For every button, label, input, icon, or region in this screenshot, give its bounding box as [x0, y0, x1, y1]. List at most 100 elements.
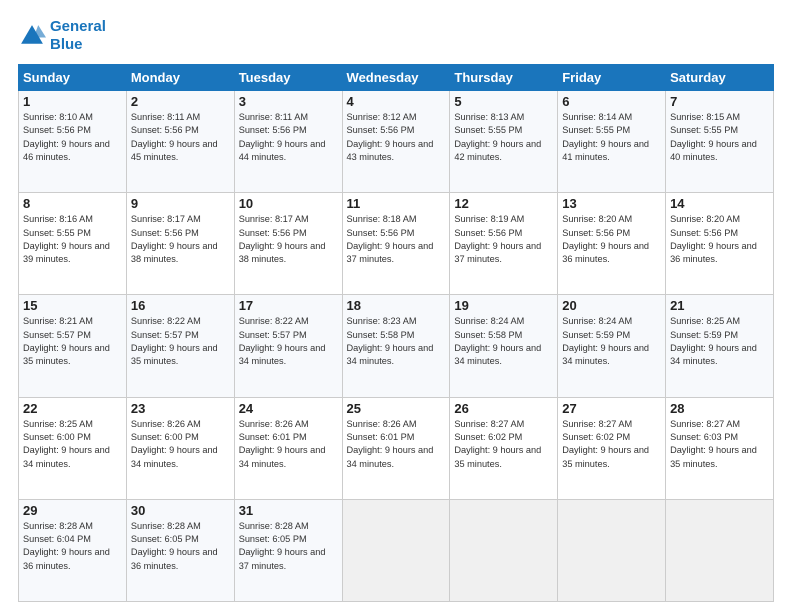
day-number: 27 — [562, 401, 661, 416]
day-number: 20 — [562, 298, 661, 313]
calendar-cell — [342, 499, 450, 601]
calendar-cell: 21 Sunrise: 8:25 AM Sunset: 5:59 PM Dayl… — [666, 295, 774, 397]
logo-icon — [18, 22, 46, 50]
calendar-cell: 19 Sunrise: 8:24 AM Sunset: 5:58 PM Dayl… — [450, 295, 558, 397]
calendar-cell — [450, 499, 558, 601]
cell-content: Sunrise: 8:26 AM Sunset: 6:01 PM Dayligh… — [347, 418, 446, 471]
logo-text: General Blue — [50, 18, 106, 54]
cell-content: Sunrise: 8:15 AM Sunset: 5:55 PM Dayligh… — [670, 111, 769, 164]
calendar-cell: 8 Sunrise: 8:16 AM Sunset: 5:55 PM Dayli… — [19, 193, 127, 295]
week-row-5: 29 Sunrise: 8:28 AM Sunset: 6:04 PM Dayl… — [19, 499, 774, 601]
day-number: 26 — [454, 401, 553, 416]
logo: General Blue — [18, 18, 106, 54]
day-header-thursday: Thursday — [450, 65, 558, 91]
cell-content: Sunrise: 8:27 AM Sunset: 6:03 PM Dayligh… — [670, 418, 769, 471]
cell-content: Sunrise: 8:27 AM Sunset: 6:02 PM Dayligh… — [562, 418, 661, 471]
day-header-wednesday: Wednesday — [342, 65, 450, 91]
day-number: 24 — [239, 401, 338, 416]
calendar-cell: 14 Sunrise: 8:20 AM Sunset: 5:56 PM Dayl… — [666, 193, 774, 295]
cell-content: Sunrise: 8:22 AM Sunset: 5:57 PM Dayligh… — [239, 315, 338, 368]
cell-content: Sunrise: 8:21 AM Sunset: 5:57 PM Dayligh… — [23, 315, 122, 368]
calendar-cell: 23 Sunrise: 8:26 AM Sunset: 6:00 PM Dayl… — [126, 397, 234, 499]
calendar-cell: 18 Sunrise: 8:23 AM Sunset: 5:58 PM Dayl… — [342, 295, 450, 397]
cell-content: Sunrise: 8:20 AM Sunset: 5:56 PM Dayligh… — [670, 213, 769, 266]
calendar-cell: 6 Sunrise: 8:14 AM Sunset: 5:55 PM Dayli… — [558, 91, 666, 193]
day-number: 30 — [131, 503, 230, 518]
day-number: 11 — [347, 196, 446, 211]
day-number: 16 — [131, 298, 230, 313]
cell-content: Sunrise: 8:10 AM Sunset: 5:56 PM Dayligh… — [23, 111, 122, 164]
cell-content: Sunrise: 8:26 AM Sunset: 6:00 PM Dayligh… — [131, 418, 230, 471]
week-row-4: 22 Sunrise: 8:25 AM Sunset: 6:00 PM Dayl… — [19, 397, 774, 499]
day-number: 9 — [131, 196, 230, 211]
calendar-cell: 31 Sunrise: 8:28 AM Sunset: 6:05 PM Dayl… — [234, 499, 342, 601]
calendar-cell: 26 Sunrise: 8:27 AM Sunset: 6:02 PM Dayl… — [450, 397, 558, 499]
calendar-cell: 22 Sunrise: 8:25 AM Sunset: 6:00 PM Dayl… — [19, 397, 127, 499]
cell-content: Sunrise: 8:17 AM Sunset: 5:56 PM Dayligh… — [239, 213, 338, 266]
calendar-cell: 7 Sunrise: 8:15 AM Sunset: 5:55 PM Dayli… — [666, 91, 774, 193]
day-number: 13 — [562, 196, 661, 211]
day-header-friday: Friday — [558, 65, 666, 91]
calendar-header-row: SundayMondayTuesdayWednesdayThursdayFrid… — [19, 65, 774, 91]
day-number: 23 — [131, 401, 230, 416]
cell-content: Sunrise: 8:25 AM Sunset: 6:00 PM Dayligh… — [23, 418, 122, 471]
week-row-1: 1 Sunrise: 8:10 AM Sunset: 5:56 PM Dayli… — [19, 91, 774, 193]
day-number: 10 — [239, 196, 338, 211]
day-number: 8 — [23, 196, 122, 211]
cell-content: Sunrise: 8:28 AM Sunset: 6:05 PM Dayligh… — [131, 520, 230, 573]
cell-content: Sunrise: 8:22 AM Sunset: 5:57 PM Dayligh… — [131, 315, 230, 368]
cell-content: Sunrise: 8:28 AM Sunset: 6:05 PM Dayligh… — [239, 520, 338, 573]
day-number: 31 — [239, 503, 338, 518]
calendar-cell: 28 Sunrise: 8:27 AM Sunset: 6:03 PM Dayl… — [666, 397, 774, 499]
calendar-cell: 2 Sunrise: 8:11 AM Sunset: 5:56 PM Dayli… — [126, 91, 234, 193]
day-number: 2 — [131, 94, 230, 109]
day-header-monday: Monday — [126, 65, 234, 91]
calendar-cell: 9 Sunrise: 8:17 AM Sunset: 5:56 PM Dayli… — [126, 193, 234, 295]
day-number: 17 — [239, 298, 338, 313]
day-number: 29 — [23, 503, 122, 518]
day-number: 12 — [454, 196, 553, 211]
day-number: 4 — [347, 94, 446, 109]
calendar-cell: 25 Sunrise: 8:26 AM Sunset: 6:01 PM Dayl… — [342, 397, 450, 499]
calendar-cell: 24 Sunrise: 8:26 AM Sunset: 6:01 PM Dayl… — [234, 397, 342, 499]
cell-content: Sunrise: 8:28 AM Sunset: 6:04 PM Dayligh… — [23, 520, 122, 573]
calendar-cell: 29 Sunrise: 8:28 AM Sunset: 6:04 PM Dayl… — [19, 499, 127, 601]
day-number: 3 — [239, 94, 338, 109]
cell-content: Sunrise: 8:13 AM Sunset: 5:55 PM Dayligh… — [454, 111, 553, 164]
header: General Blue — [18, 18, 774, 54]
day-number: 14 — [670, 196, 769, 211]
day-number: 28 — [670, 401, 769, 416]
cell-content: Sunrise: 8:27 AM Sunset: 6:02 PM Dayligh… — [454, 418, 553, 471]
calendar-cell: 3 Sunrise: 8:11 AM Sunset: 5:56 PM Dayli… — [234, 91, 342, 193]
cell-content: Sunrise: 8:24 AM Sunset: 5:59 PM Dayligh… — [562, 315, 661, 368]
cell-content: Sunrise: 8:24 AM Sunset: 5:58 PM Dayligh… — [454, 315, 553, 368]
calendar-cell: 20 Sunrise: 8:24 AM Sunset: 5:59 PM Dayl… — [558, 295, 666, 397]
calendar-cell: 27 Sunrise: 8:27 AM Sunset: 6:02 PM Dayl… — [558, 397, 666, 499]
cell-content: Sunrise: 8:11 AM Sunset: 5:56 PM Dayligh… — [131, 111, 230, 164]
day-number: 5 — [454, 94, 553, 109]
cell-content: Sunrise: 8:16 AM Sunset: 5:55 PM Dayligh… — [23, 213, 122, 266]
day-number: 15 — [23, 298, 122, 313]
week-row-2: 8 Sunrise: 8:16 AM Sunset: 5:55 PM Dayli… — [19, 193, 774, 295]
cell-content: Sunrise: 8:14 AM Sunset: 5:55 PM Dayligh… — [562, 111, 661, 164]
calendar-table: SundayMondayTuesdayWednesdayThursdayFrid… — [18, 64, 774, 602]
cell-content: Sunrise: 8:23 AM Sunset: 5:58 PM Dayligh… — [347, 315, 446, 368]
calendar-cell: 30 Sunrise: 8:28 AM Sunset: 6:05 PM Dayl… — [126, 499, 234, 601]
cell-content: Sunrise: 8:11 AM Sunset: 5:56 PM Dayligh… — [239, 111, 338, 164]
day-header-tuesday: Tuesday — [234, 65, 342, 91]
cell-content: Sunrise: 8:25 AM Sunset: 5:59 PM Dayligh… — [670, 315, 769, 368]
day-number: 18 — [347, 298, 446, 313]
cell-content: Sunrise: 8:20 AM Sunset: 5:56 PM Dayligh… — [562, 213, 661, 266]
day-number: 22 — [23, 401, 122, 416]
calendar-cell: 1 Sunrise: 8:10 AM Sunset: 5:56 PM Dayli… — [19, 91, 127, 193]
calendar-cell — [558, 499, 666, 601]
page: General Blue SundayMondayTuesdayWednesda… — [0, 0, 792, 612]
calendar-cell: 11 Sunrise: 8:18 AM Sunset: 5:56 PM Dayl… — [342, 193, 450, 295]
calendar-cell: 4 Sunrise: 8:12 AM Sunset: 5:56 PM Dayli… — [342, 91, 450, 193]
day-number: 7 — [670, 94, 769, 109]
calendar-cell: 15 Sunrise: 8:21 AM Sunset: 5:57 PM Dayl… — [19, 295, 127, 397]
cell-content: Sunrise: 8:17 AM Sunset: 5:56 PM Dayligh… — [131, 213, 230, 266]
calendar-cell: 17 Sunrise: 8:22 AM Sunset: 5:57 PM Dayl… — [234, 295, 342, 397]
calendar-cell — [666, 499, 774, 601]
day-header-saturday: Saturday — [666, 65, 774, 91]
